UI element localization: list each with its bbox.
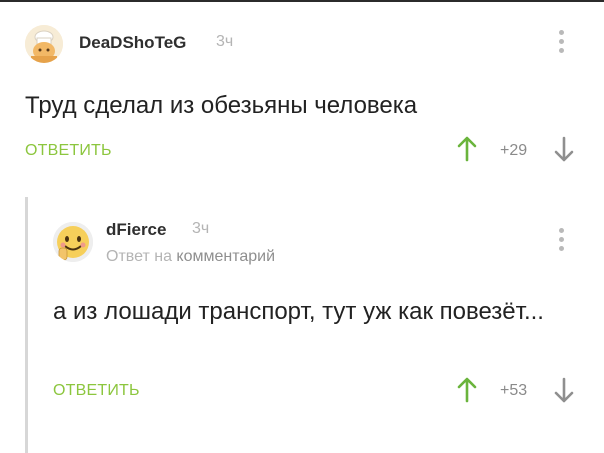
more-options-icon[interactable]	[559, 228, 564, 255]
reply-to-prefix: Ответ на	[106, 248, 172, 265]
comment-score: +53	[500, 382, 528, 399]
parent-comment-link[interactable]: комментарий	[176, 248, 275, 265]
downvote-arrow-icon[interactable]	[553, 377, 575, 408]
upvote-arrow-icon[interactable]	[456, 377, 478, 408]
smiling-face-avatar-icon[interactable]	[53, 222, 93, 262]
comment-time: 3ч	[192, 220, 210, 237]
comment-text: а из лошади транспорт, тут уж как повезё…	[53, 298, 544, 325]
comment-author[interactable]: dFierce	[106, 220, 166, 240]
reply-to-info: Ответ на комментарий	[106, 248, 275, 266]
comment-2: dFierce 3ч Ответ на комментарий а из лош…	[0, 0, 604, 453]
reply-button[interactable]: ОТВЕТИТЬ	[53, 382, 140, 400]
